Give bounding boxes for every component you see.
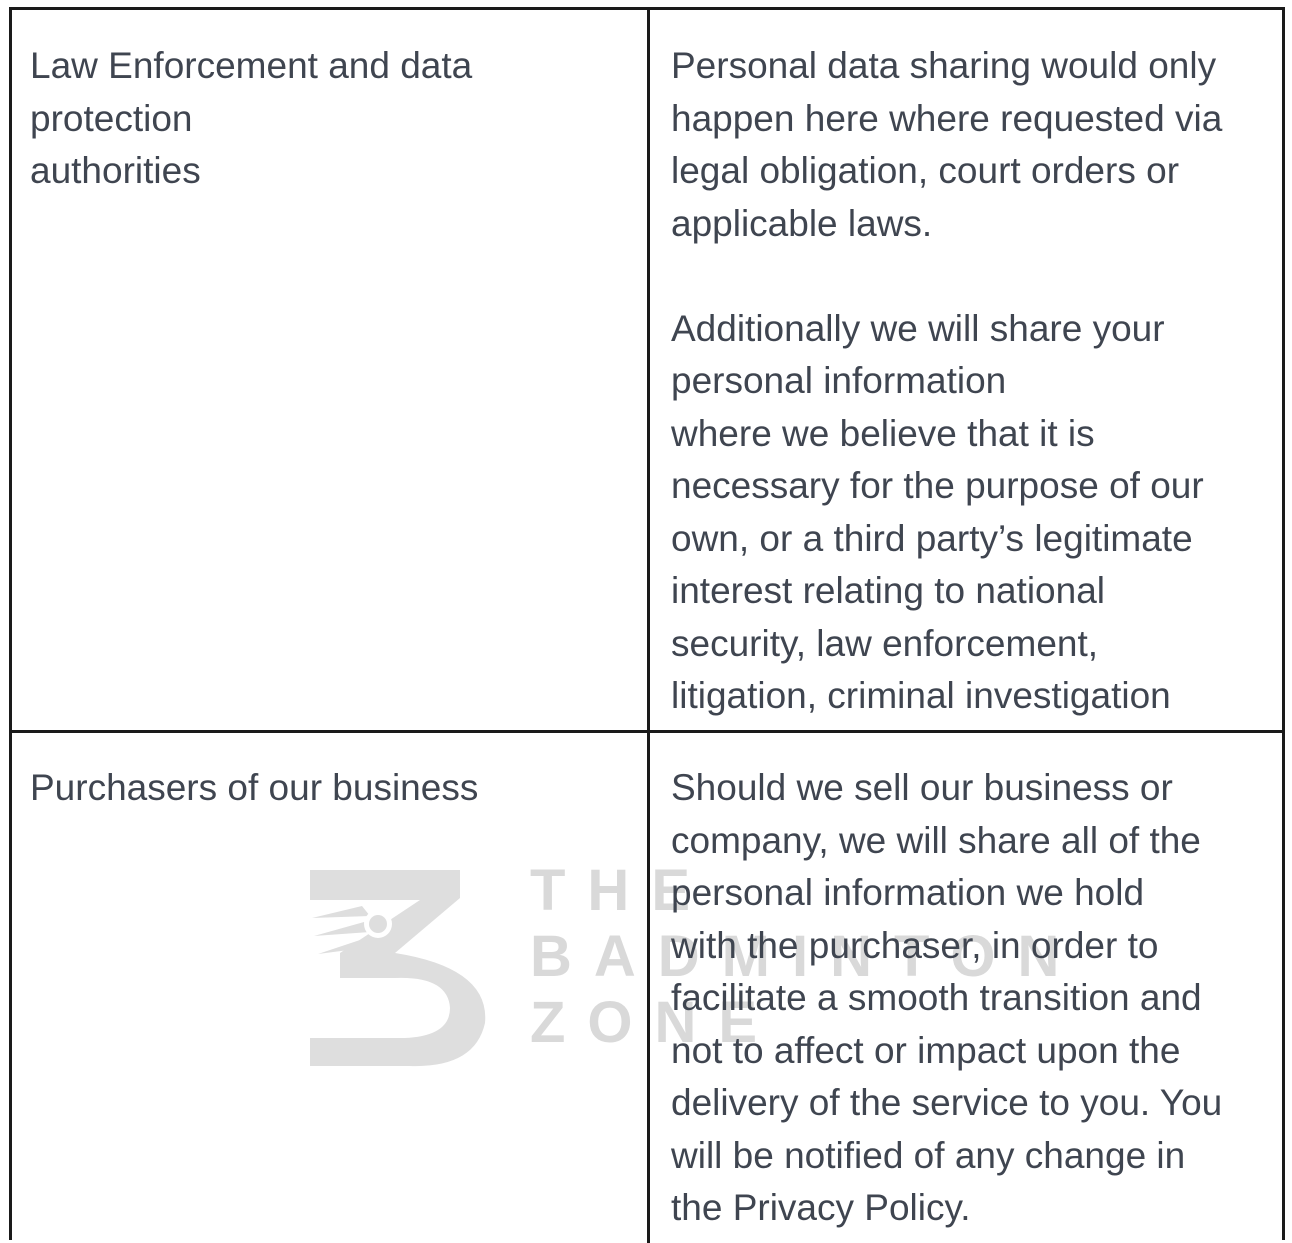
table-row: Law Enforcement and data protection auth… <box>12 10 1282 733</box>
data-sharing-table: Law Enforcement and data protection auth… <box>9 7 1285 1243</box>
recipient-cell: Law Enforcement and data protection auth… <box>12 10 650 730</box>
table-row: Purchasers of our business Should we sel… <box>12 733 1282 1243</box>
description-cell: Personal data sharing would only happen … <box>671 45 1223 716</box>
recipient-cell: Purchasers of our business <box>12 733 650 1243</box>
description-cell: Should we sell our business or company, … <box>671 767 1223 1228</box>
